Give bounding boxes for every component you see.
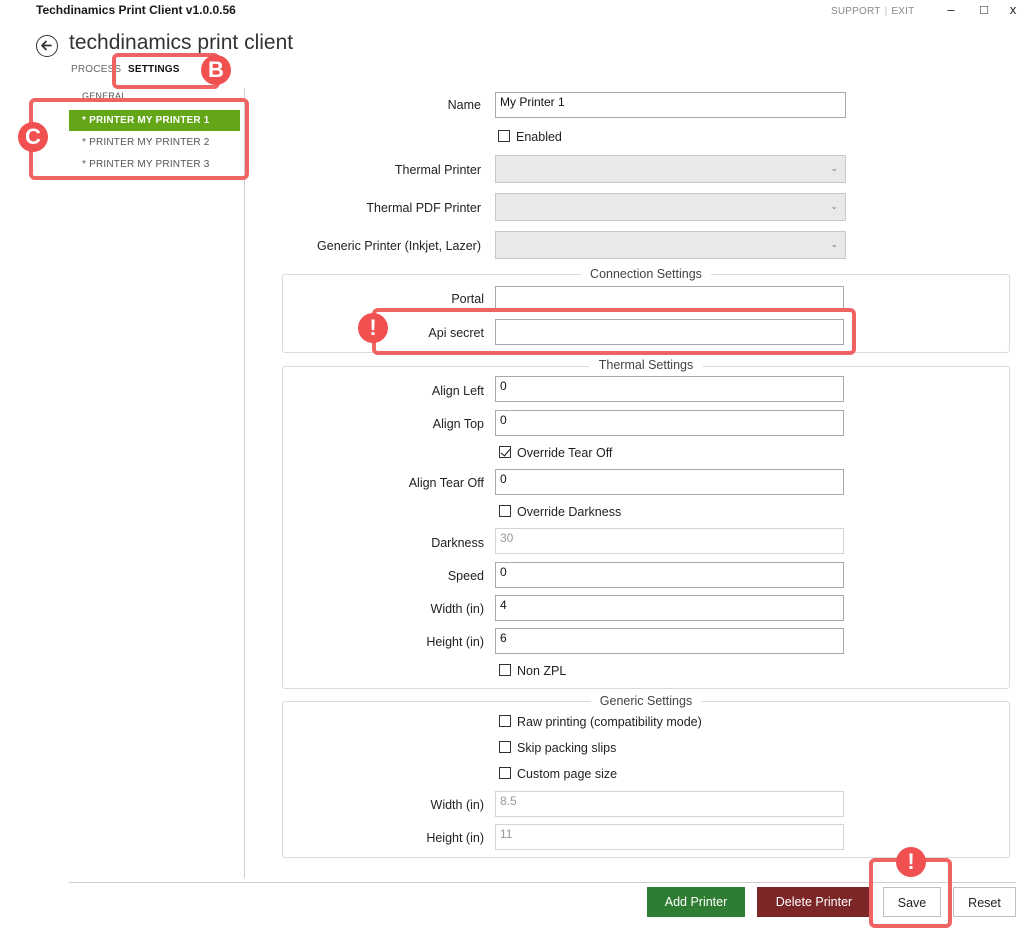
connection-settings-title: Connection Settings <box>581 267 711 281</box>
align-top-label: Align Top <box>432 417 484 431</box>
badge-c: C <box>18 122 48 152</box>
enabled-checkbox-row[interactable]: Enabled <box>498 130 562 144</box>
badge-alert-api-secret: ! <box>358 313 388 343</box>
override-tear-off-label: Override Tear Off <box>517 446 613 460</box>
name-input[interactable]: My Printer 1 <box>495 92 846 118</box>
thermal-height-input[interactable]: 6 <box>495 628 844 654</box>
align-left-input[interactable]: 0 <box>495 376 844 402</box>
thermal-pdf-printer-select[interactable]: ⌄ <box>495 193 846 221</box>
override-darkness-row[interactable]: Override Darkness <box>499 505 621 519</box>
enabled-label: Enabled <box>516 130 562 144</box>
skip-packing-slips-checkbox[interactable] <box>499 741 511 753</box>
thermal-height-label: Height (in) <box>426 635 484 649</box>
non-zpl-row[interactable]: Non ZPL <box>499 664 566 678</box>
thermal-printer-label: Thermal Printer <box>394 163 481 177</box>
custom-page-size-checkbox[interactable] <box>499 767 511 779</box>
override-tear-off-row[interactable]: Override Tear Off <box>499 446 612 460</box>
align-tear-off-input[interactable]: 0 <box>495 469 844 495</box>
minimize-button[interactable]: – <box>940 2 962 20</box>
speed-label: Speed <box>447 569 484 583</box>
align-left-label: Align Left <box>431 384 484 398</box>
thermal-printer-select[interactable]: ⌄ <box>495 155 846 183</box>
chevron-down-icon: ⌄ <box>830 239 838 249</box>
close-button[interactable]: x <box>1002 2 1024 20</box>
delete-printer-button[interactable]: Delete Printer <box>757 887 871 917</box>
align-top-input[interactable]: 0 <box>495 410 844 436</box>
add-printer-button[interactable]: Add Printer <box>647 887 745 917</box>
override-tear-off-checkbox[interactable] <box>499 446 511 458</box>
generic-width-label: Width (in) <box>430 798 484 812</box>
generic-width-input[interactable]: 8.5 <box>495 791 844 817</box>
custom-page-size-row[interactable]: Custom page size <box>499 767 617 781</box>
badge-alert-save: ! <box>896 847 926 877</box>
override-darkness-label: Override Darkness <box>517 505 622 519</box>
link-separator: | <box>884 6 888 17</box>
maximize-button[interactable]: □ <box>973 2 995 20</box>
non-zpl-label: Non ZPL <box>517 664 567 678</box>
speed-input[interactable]: 0 <box>495 562 844 588</box>
chevron-down-icon: ⌄ <box>830 163 838 173</box>
name-label: Name <box>447 98 481 112</box>
generic-printer-select[interactable]: ⌄ <box>495 231 846 259</box>
thermal-width-input[interactable]: 4 <box>495 595 844 621</box>
reset-button[interactable]: Reset <box>953 887 1016 917</box>
badge-b: B <box>201 55 231 85</box>
non-zpl-checkbox[interactable] <box>499 664 511 676</box>
thermal-settings-title: Thermal Settings <box>589 358 703 372</box>
chevron-down-icon: ⌄ <box>830 201 838 211</box>
darkness-label: Darkness <box>431 536 484 550</box>
exit-link[interactable]: EXIT <box>891 6 914 17</box>
skip-packing-slips-row[interactable]: Skip packing slips <box>499 741 616 755</box>
generic-height-input[interactable]: 11 <box>495 824 844 850</box>
thermal-width-label: Width (in) <box>430 602 484 616</box>
generic-height-label: Height (in) <box>426 831 484 845</box>
skip-packing-slips-label: Skip packing slips <box>517 741 617 755</box>
highlight-api-secret <box>372 308 856 355</box>
custom-page-size-label: Custom page size <box>517 767 618 781</box>
raw-printing-row[interactable]: Raw printing (compatibility mode) <box>499 715 702 729</box>
back-arrow-icon[interactable] <box>36 35 58 57</box>
thermal-pdf-printer-label: Thermal PDF Printer <box>366 201 481 215</box>
darkness-input[interactable]: 30 <box>495 528 844 554</box>
top-links: SUPPORT | EXIT <box>831 6 914 17</box>
generic-printer-label: Generic Printer (Inkjet, Lazer) <box>317 239 481 253</box>
support-link[interactable]: SUPPORT <box>831 6 881 17</box>
override-darkness-checkbox[interactable] <box>499 505 511 517</box>
app-heading: techdinamics print client <box>69 31 294 54</box>
generic-settings-title: Generic Settings <box>591 694 701 708</box>
align-tear-off-label: Align Tear Off <box>408 476 484 490</box>
raw-printing-checkbox[interactable] <box>499 715 511 727</box>
enabled-checkbox[interactable] <box>498 130 510 142</box>
sidebar-divider <box>244 88 245 878</box>
highlight-printer-list <box>29 98 249 180</box>
window-title: Techdinamics Print Client v1.0.0.56 <box>36 3 236 17</box>
portal-label: Portal <box>451 292 484 306</box>
raw-printing-label: Raw printing (compatibility mode) <box>517 715 702 729</box>
